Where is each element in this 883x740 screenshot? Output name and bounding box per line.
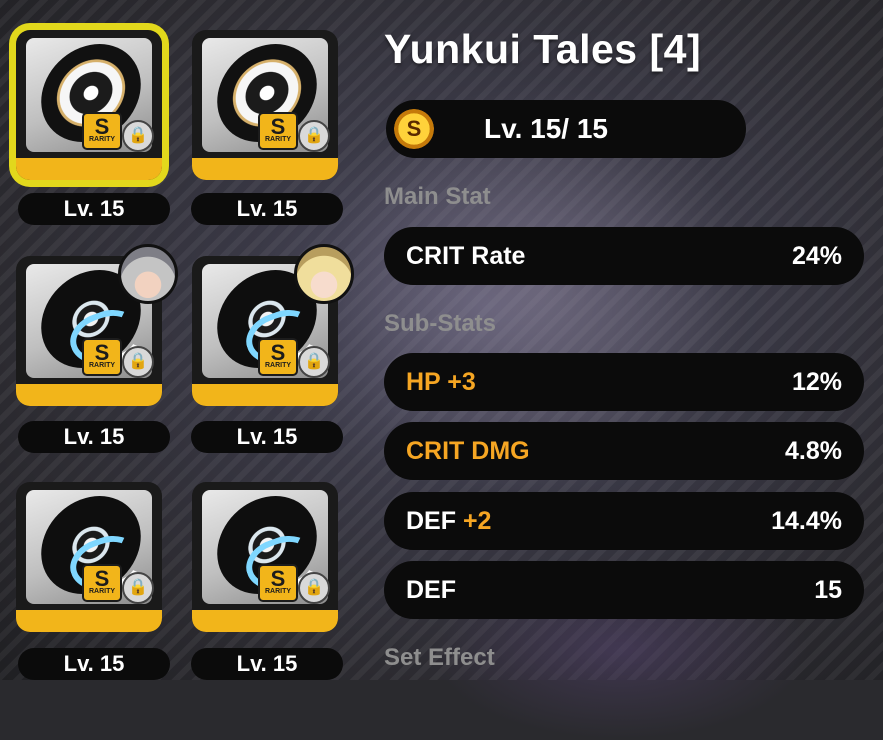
rarity-caption: RARITY — [264, 136, 292, 143]
disc-level-bar: S Lv. 15/ 15 — [386, 100, 746, 158]
disc-level-label: Lv. 15 — [18, 421, 170, 453]
sub-stat-row: HP +3 12% — [384, 353, 864, 411]
rarity-strip — [16, 384, 162, 406]
rarity-badge: S RARITY — [82, 564, 122, 602]
rarity-badge: S RARITY — [82, 338, 122, 376]
drive-disc-card[interactable]: S RARITY 🔒 — [192, 482, 338, 632]
drive-disc-card[interactable]: S RARITY 🔒 — [16, 482, 162, 632]
stat-name: CRIT DMG — [406, 422, 530, 480]
rarity-caption: RARITY — [264, 588, 292, 595]
stat-roll-bonus: +2 — [462, 507, 492, 535]
stat-value: 14.4% — [771, 507, 842, 535]
stat-value: 12% — [791, 368, 842, 396]
stat-name: CRIT Rate — [406, 242, 526, 270]
rarity-badge: S RARITY — [258, 338, 298, 376]
stat-name-text: HP — [406, 368, 441, 396]
rarity-caption: RARITY — [264, 362, 292, 369]
equipped-agent-avatar — [294, 244, 354, 304]
sub-stat-row: DEF +2 14.4% — [384, 492, 864, 550]
disc-level-value: Lv. 15/ 15 — [484, 113, 609, 144]
rarity-badge: S RARITY — [258, 112, 298, 150]
rarity-caption: RARITY — [88, 362, 116, 369]
stat-name: DEF — [406, 561, 456, 619]
rarity-caption: RARITY — [88, 588, 116, 595]
drive-disc-card[interactable]: S RARITY 🔒 — [192, 244, 354, 406]
disc-set-title: Yunkui Tales [4] — [384, 26, 702, 72]
drive-disc-frame: S RARITY 🔒 — [16, 30, 162, 180]
stat-name: HP +3 — [406, 353, 476, 411]
rarity-strip — [192, 610, 338, 632]
lock-icon[interactable]: 🔒 — [122, 346, 154, 378]
disc-level-label: Lv. 15 — [191, 421, 343, 453]
equipped-agent-avatar — [118, 244, 178, 304]
drive-disc-frame: S RARITY 🔒 — [16, 482, 162, 632]
rarity-badge: S RARITY — [82, 112, 122, 150]
stat-value: 4.8% — [785, 437, 842, 465]
rarity-caption: RARITY — [88, 136, 116, 143]
stat-name: DEF +2 — [406, 492, 491, 550]
disc-level-label: Lv. 15 — [191, 648, 343, 680]
rarity-strip — [192, 384, 338, 406]
sub-stat-row: CRIT DMG 4.8% — [384, 422, 864, 480]
disc-level-label: Lv. 15 — [18, 193, 170, 225]
main-stat-heading: Main Stat — [384, 183, 491, 210]
lock-icon[interactable]: 🔒 — [298, 572, 330, 604]
drive-disc-frame: S RARITY 🔒 — [192, 482, 338, 632]
stat-name-text: CRIT DMG — [406, 437, 530, 465]
rarity-badge: S RARITY — [258, 564, 298, 602]
lock-icon[interactable]: 🔒 — [298, 346, 330, 378]
drive-disc-card[interactable]: S RARITY 🔒 — [16, 244, 178, 406]
lock-icon[interactable]: 🔒 — [298, 120, 330, 152]
stat-value: 15 — [814, 576, 842, 604]
drive-disc-card[interactable]: S RARITY 🔒 — [16, 30, 162, 180]
drive-disc-card[interactable]: S RARITY 🔒 — [192, 30, 338, 180]
set-effect-heading: Set Effect — [384, 644, 495, 671]
stat-name-text: DEF — [406, 576, 456, 604]
disc-level-label: Lv. 15 — [18, 648, 170, 680]
rarity-strip — [16, 610, 162, 632]
s-rank-icon: S — [394, 109, 434, 149]
main-stat-row: CRIT Rate 24% — [384, 227, 864, 285]
disc-level-label: Lv. 15 — [191, 193, 343, 225]
sub-stat-row: DEF 15 — [384, 561, 864, 619]
rarity-strip — [192, 158, 338, 180]
rarity-strip — [16, 158, 162, 180]
stat-name-text: DEF — [406, 507, 456, 535]
stat-value: 24% — [791, 242, 842, 270]
stat-roll-bonus: +3 — [447, 368, 476, 396]
drive-disc-frame: S RARITY 🔒 — [192, 30, 338, 180]
sub-stats-heading: Sub-Stats — [384, 310, 497, 337]
lock-icon[interactable]: 🔒 — [122, 572, 154, 604]
lock-icon[interactable]: 🔒 — [122, 120, 154, 152]
